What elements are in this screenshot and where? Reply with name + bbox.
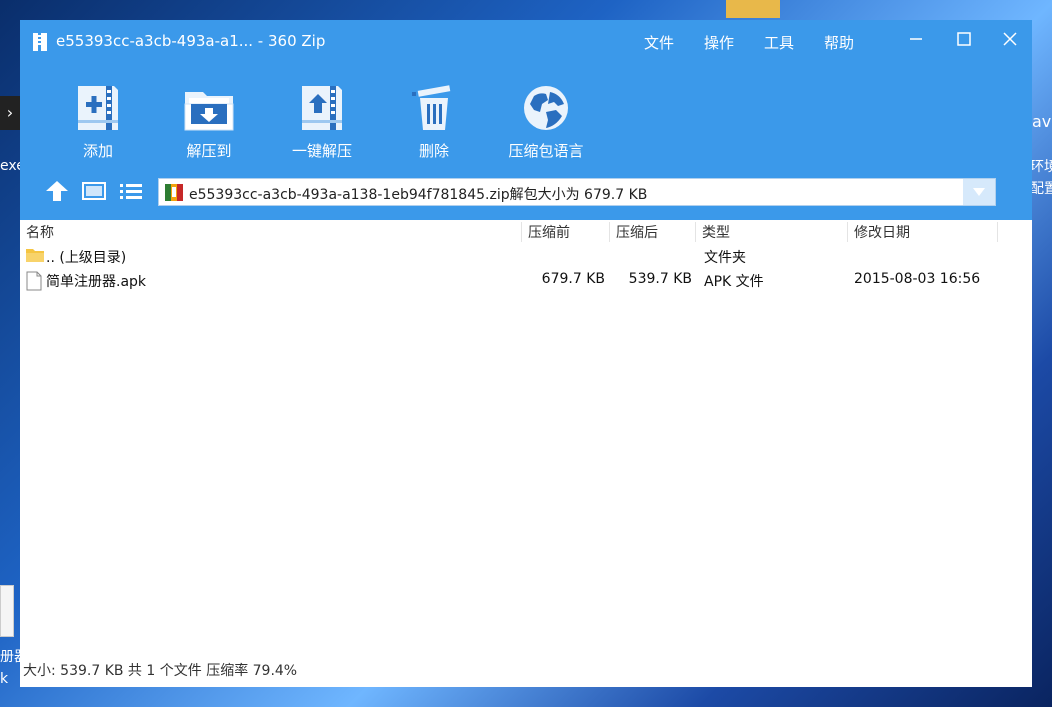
menu-help[interactable]: 帮助 — [824, 32, 854, 53]
delete-label: 删除 — [418, 142, 449, 160]
zip-app-icon — [33, 33, 47, 51]
desktop-shortcut-icon[interactable]: › — [0, 96, 20, 130]
close-button[interactable] — [998, 30, 1022, 54]
row-size-after: 539.7 KB — [628, 271, 692, 287]
zip-window: e55393cc-a3cb-493a-a1... - 360 Zip 文件 操作… — [20, 20, 1032, 687]
column-header-label: 压缩前 — [528, 225, 570, 241]
table-row[interactable]: .. (上级目录) 文件夹 — [20, 244, 1032, 268]
menu-operation[interactable]: 操作 — [704, 32, 734, 53]
chevron-down-icon — [973, 188, 985, 196]
desktop-icon-label: 环境 配置 — [1030, 159, 1052, 197]
column-header-name[interactable]: 名称 — [20, 222, 522, 242]
one-click-extract-icon — [302, 86, 342, 130]
maximize-button[interactable] — [952, 30, 976, 54]
up-arrow-icon[interactable] — [44, 180, 70, 202]
row-size-before: 679.7 KB — [541, 271, 605, 287]
archive-language-label: 压缩包语言 — [508, 142, 584, 160]
folder-icon — [26, 249, 44, 262]
add-label: 添加 — [82, 142, 113, 160]
status-text: 大小: 539.7 KB 共 1 个文件 压缩率 79.4% — [23, 663, 298, 679]
address-text: e55393cc-a3cb-493a-a138-1eb94f781845.zip… — [189, 187, 648, 203]
add-button[interactable]: 添加 — [48, 82, 148, 161]
menu-bar: 文件 操作 工具 帮助 — [644, 32, 854, 53]
table-row[interactable]: 简单注册器.apk 679.7 KB 539.7 KB APK 文件 2015-… — [20, 268, 1032, 292]
list-view-icon[interactable] — [118, 180, 144, 202]
desktop-icon-label: ava — [1032, 112, 1052, 131]
title-bar[interactable]: e55393cc-a3cb-493a-a1... - 360 Zip 文件 操作… — [20, 20, 1032, 62]
column-header-label: 名称 — [26, 225, 54, 241]
extract-to-icon — [184, 92, 234, 131]
window-title: e55393cc-a3cb-493a-a1... - 360 Zip — [56, 32, 326, 50]
file-icon — [26, 271, 42, 291]
desktop-file-icon[interactable] — [0, 585, 14, 637]
address-dropdown-button[interactable] — [963, 179, 995, 205]
row-type: 文件夹 — [704, 250, 746, 266]
delete-button[interactable]: 删除 — [384, 82, 484, 161]
status-bar: 大小: 539.7 KB 共 1 个文件 压缩率 79.4% — [20, 660, 1032, 682]
add-icon — [78, 86, 118, 130]
column-header-before[interactable]: 压缩前 — [522, 222, 610, 242]
extract-to-label: 解压到 — [186, 142, 232, 160]
menu-file[interactable]: 文件 — [644, 32, 674, 53]
row-type: APK 文件 — [704, 274, 764, 290]
row-name: .. (上级目录) — [46, 250, 127, 266]
column-header-type[interactable]: 类型 — [696, 222, 848, 242]
archive-language-button[interactable]: 压缩包语言 — [495, 82, 597, 161]
one-click-extract-label: 一键解压 — [291, 142, 352, 160]
minimize-button[interactable] — [904, 30, 928, 54]
trash-icon — [412, 85, 451, 130]
globe-icon — [524, 86, 568, 130]
column-header-label: 修改日期 — [854, 225, 910, 241]
column-header-label: 压缩后 — [616, 225, 658, 241]
column-headers: 名称 压缩前 压缩后 类型 修改日期 — [20, 220, 1032, 242]
zip-archive-icon — [165, 184, 183, 201]
row-modified: 2015-08-03 16:56 — [854, 271, 981, 287]
minimize-icon — [910, 38, 922, 40]
window-header: e55393cc-a3cb-493a-a1... - 360 Zip 文件 操作… — [20, 20, 1032, 220]
path-bar: e55393cc-a3cb-493a-a138-1eb94f781845.zip… — [20, 176, 1032, 208]
maximize-icon — [957, 32, 971, 46]
column-header-after[interactable]: 压缩后 — [610, 222, 696, 242]
desktop-icon-label: 册器 k — [0, 649, 22, 687]
thumbnail-view-icon[interactable] — [81, 180, 107, 202]
address-bar[interactable]: e55393cc-a3cb-493a-a138-1eb94f781845.zip… — [158, 178, 996, 206]
desktop-folder-icon[interactable] — [726, 0, 780, 18]
one-click-extract-button[interactable]: 一键解压 — [272, 82, 372, 161]
column-header-label: 类型 — [702, 225, 730, 241]
file-list: .. (上级目录) 文件夹 简单注册器.apk 679.7 KB 539.7 K… — [20, 244, 1032, 292]
column-header-modified[interactable]: 修改日期 — [848, 222, 998, 242]
toolbar: 添加 解压到 一键解压 删除 压缩包语言 — [20, 82, 1032, 164]
extract-to-button[interactable]: 解压到 — [159, 82, 259, 161]
row-name: 简单注册器.apk — [46, 274, 147, 290]
close-icon — [1003, 32, 1017, 46]
menu-tools[interactable]: 工具 — [764, 32, 794, 53]
